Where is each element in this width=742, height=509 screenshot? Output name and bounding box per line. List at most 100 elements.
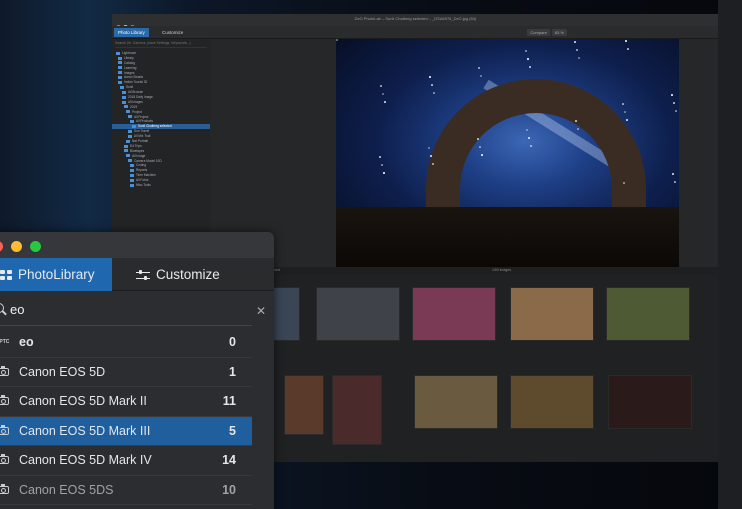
viewer-star [429, 76, 431, 78]
viewer-star [624, 111, 626, 113]
viewer-star [525, 50, 527, 52]
result-item[interactable]: Canon EOS 5D Mark IV 14 [0, 446, 252, 476]
viewer-star [480, 75, 482, 77]
desktop-background: DxO PhotoLab – Sunil Chalberg selected –… [0, 0, 742, 509]
tree-item[interactable]: Misc Tools [112, 183, 210, 188]
viewer-star [526, 129, 528, 131]
viewer-star [477, 138, 479, 140]
viewer-star [673, 102, 675, 104]
viewer-star [379, 156, 381, 158]
viewer-star [622, 103, 624, 105]
viewer-star [428, 147, 430, 149]
thumbnail[interactable] [510, 287, 594, 341]
viewer-star [675, 110, 677, 112]
thumbnail[interactable] [414, 375, 498, 429]
minimize-icon[interactable] [11, 241, 22, 252]
result-count: 11 [222, 394, 236, 408]
photo-library-panel: PhotoLibrary Customize ✕ IPTC eo 0 Canon EO… [0, 232, 274, 509]
camera-icon [0, 365, 9, 376]
thumbnail[interactable] [606, 287, 690, 341]
viewer-star [625, 40, 627, 42]
camera-icon [0, 454, 9, 464]
background-thumbnail-grid [212, 275, 719, 462]
viewer-star [382, 93, 384, 95]
thumbnail[interactable] [284, 375, 324, 435]
viewer-star [432, 163, 434, 165]
camera-icon [0, 483, 9, 494]
viewer-star [383, 172, 385, 174]
viewer-star [384, 101, 386, 103]
image-count: 1/50 images [492, 268, 512, 272]
background-folder-tree: Lightroom Library Catalog Learning Images Aar… [112, 51, 210, 188]
tab-customize-label: Customize [156, 267, 220, 282]
viewer-star [627, 48, 629, 50]
tab-photo-library-label: PhotoLibrary [18, 267, 95, 282]
result-label: Canon EOS 5DS [19, 482, 114, 497]
result-count: 10 [222, 482, 236, 497]
search-row [0, 292, 252, 326]
viewer-star [430, 155, 432, 157]
tab-customize[interactable]: Customize [112, 258, 242, 291]
clear-search-icon[interactable]: ✕ [254, 304, 268, 318]
result-count: 14 [222, 453, 236, 467]
result-label: eo [19, 335, 34, 349]
background-toolbar: Photo Library Customize Compare 83 % [112, 26, 719, 39]
result-label: Canon EOS 5D Mark IV [19, 453, 152, 467]
thumbnail[interactable] [608, 375, 692, 429]
result-label: Canon EOS 5D Mark II [19, 394, 147, 408]
viewer-star [575, 120, 577, 122]
zoom-level[interactable]: 83 % [551, 29, 567, 36]
background-window-title: DxO PhotoLab – Sunil Chalberg selected –… [354, 16, 477, 21]
viewer-star [674, 181, 676, 183]
viewer-star [527, 58, 529, 60]
background-tab-customize[interactable]: Customize [158, 28, 187, 37]
panel-title-bar [0, 232, 274, 258]
viewer-star [528, 137, 530, 139]
thumbnail[interactable] [510, 375, 594, 429]
viewer-star [672, 173, 674, 175]
result-count: 1 [229, 364, 236, 379]
viewer-star [576, 49, 578, 51]
background-tab-photo-library[interactable]: Photo Library [114, 28, 149, 37]
search-icon [0, 303, 4, 313]
result-item[interactable]: Canon EOS 5D Mark II 11 [0, 387, 252, 417]
right-edge [718, 0, 742, 509]
maximize-icon[interactable] [30, 241, 41, 252]
viewer-star [578, 57, 580, 59]
viewer-star [381, 164, 383, 166]
thumbnail[interactable] [316, 287, 400, 341]
iptc-icon: IPTC [0, 339, 10, 345]
image-viewer[interactable] [336, 39, 679, 267]
search-input[interactable] [10, 300, 240, 318]
result-label: Canon EOS 5D [19, 364, 106, 379]
background-filmstrip-header: 0 selected 1/50 images [212, 267, 719, 275]
result-item[interactable]: Canon EOS 5D Mark III 5 [0, 416, 252, 446]
camera-icon [0, 424, 9, 435]
result-item[interactable]: Canon EOS 5DS 10 [0, 476, 252, 505]
tab-photo-library[interactable]: PhotoLibrary [0, 258, 112, 291]
viewer-star [577, 128, 579, 130]
sliders-icon [136, 269, 150, 281]
panel-tab-bar: PhotoLibrary Customize [0, 258, 274, 291]
search-results-list: IPTC eo 0 Canon EOS 5D 1 Canon EOS 5D Mark II… [0, 328, 252, 505]
viewer-star [479, 146, 481, 148]
panel-window-controls [0, 239, 49, 257]
viewer-star [626, 119, 628, 121]
camera-icon [0, 395, 9, 405]
background-view-tools: Compare 83 % [527, 29, 569, 36]
result-item[interactable]: Canon EOS 5D 1 [0, 358, 252, 387]
grid-icon [0, 269, 12, 281]
viewer-star [433, 92, 435, 94]
background-title-bar: DxO PhotoLab – Sunil Chalberg selected –… [112, 14, 719, 30]
background-search-input[interactable]: Search (ie: Camera, place Settings, Keyw… [115, 41, 207, 48]
viewer-star [671, 94, 673, 96]
compare-button[interactable]: Compare [527, 29, 550, 36]
result-item[interactable]: IPTC eo 0 [0, 328, 252, 358]
thumbnail[interactable] [412, 287, 496, 341]
close-icon[interactable] [0, 241, 3, 252]
viewer-star [574, 41, 576, 43]
thumbnail[interactable] [332, 375, 382, 445]
result-label: Canon EOS 5D Mark III [19, 423, 151, 438]
viewer-ground [336, 207, 679, 267]
viewer-star [530, 145, 532, 147]
